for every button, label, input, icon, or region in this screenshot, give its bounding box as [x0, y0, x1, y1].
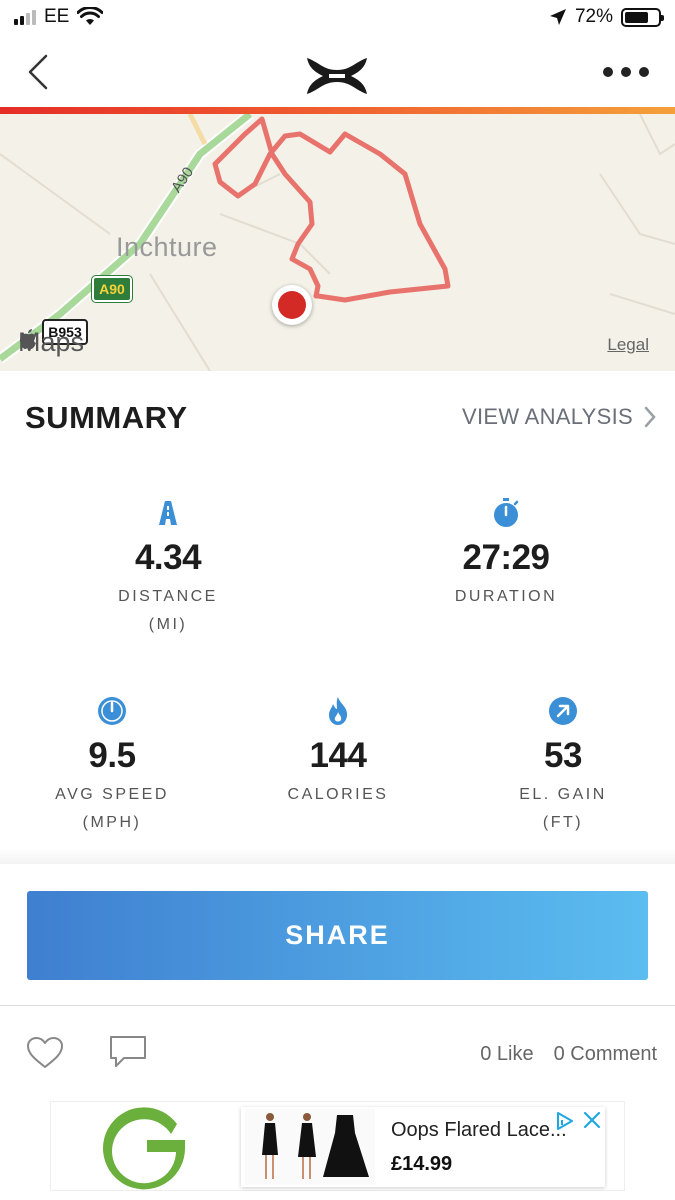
scroll-fade: [0, 848, 675, 864]
summary-title: SUMMARY: [25, 400, 188, 435]
road-icon: [153, 498, 183, 528]
distance-value: 4.34: [134, 538, 202, 577]
share-button[interactable]: SHARE: [27, 891, 648, 980]
divider: [0, 1005, 675, 1006]
comment-count[interactable]: 0 Comment: [554, 1043, 657, 1066]
arrow-up-right-icon: [548, 696, 578, 726]
app-header: [0, 38, 675, 108]
map-place-label: Inchture: [116, 232, 218, 262]
wifi-icon: [77, 7, 104, 25]
adchoices-icon[interactable]: [555, 1111, 575, 1131]
apple-icon: [20, 329, 36, 349]
stat-elevation-gain: 53 EL. GAIN (FT): [463, 696, 663, 832]
chevron-right-icon: [644, 406, 656, 428]
duration-value: 27:29: [462, 538, 550, 577]
battery-icon: [621, 7, 664, 27]
signal-icon: [14, 9, 36, 25]
calories-value: 144: [309, 736, 367, 775]
map-canvas: [0, 114, 675, 371]
ad-product-image: [245, 1109, 375, 1185]
calories-label: CALORIES: [287, 786, 389, 803]
view-analysis-label: VIEW ANALYSIS: [462, 404, 633, 429]
duration-label: DURATION: [454, 588, 558, 605]
road-badge-a90: A90: [91, 275, 133, 303]
distance-label: DISTANCE: [118, 588, 218, 605]
avg-speed-label: AVG SPEED: [55, 786, 169, 803]
like-count[interactable]: 0 Like: [480, 1043, 533, 1066]
like-button[interactable]: [26, 1036, 64, 1070]
back-button[interactable]: [22, 52, 58, 92]
ad-brand-logo: [103, 1107, 186, 1190]
apple-maps-brand: Maps: [18, 327, 84, 358]
stat-distance: 4.34 DISTANCE (MI): [68, 498, 268, 634]
stat-avg-speed: 9.5 AVG SPEED (MPH): [12, 696, 212, 832]
distance-unit: (MI): [148, 616, 188, 633]
comment-button[interactable]: [108, 1034, 148, 1070]
under-armour-logo: [307, 58, 367, 94]
carrier-label: EE: [44, 6, 70, 27]
flame-icon: [323, 696, 353, 726]
heart-icon: [27, 1037, 63, 1068]
avg-speed-unit: (MPH): [82, 814, 142, 831]
status-bar: EE 72%: [0, 0, 675, 38]
chevron-left-icon: [28, 54, 48, 90]
comment-bubble-icon: [110, 1036, 146, 1067]
view-analysis-link[interactable]: VIEW ANALYSIS: [462, 404, 657, 430]
close-ad-icon[interactable]: [583, 1111, 601, 1129]
start-marker: [272, 285, 312, 325]
route-line: [212, 116, 451, 303]
elevation-gain-label: EL. GAIN: [519, 786, 607, 803]
elevation-gain-unit: (FT): [542, 814, 584, 831]
legal-link[interactable]: Legal: [607, 335, 649, 355]
avg-speed-value: 9.5: [88, 736, 136, 775]
route-map[interactable]: A90 Inchture A90 B953 Maps Legal: [0, 114, 675, 371]
social-counts: 0 Like 0 Comment: [480, 1043, 657, 1066]
ad-banner[interactable]: Oops Flared Lace... £14.99: [50, 1101, 625, 1191]
more-options-button[interactable]: [603, 60, 649, 84]
ad-price: £14.99: [391, 1153, 453, 1175]
ad-product-card[interactable]: Oops Flared Lace... £14.99: [241, 1107, 605, 1187]
ad-title: Oops Flared Lace...: [391, 1119, 567, 1141]
stopwatch-icon: [491, 498, 521, 528]
stat-calories: 144 CALORIES: [238, 696, 438, 804]
elevation-gain-value: 53: [544, 736, 582, 775]
location-arrow-icon: [549, 9, 566, 25]
accent-bar: [0, 107, 675, 114]
stat-duration: 27:29 DURATION: [406, 498, 606, 606]
speedometer-icon: [97, 696, 127, 726]
battery-percent: 72%: [574, 6, 613, 27]
